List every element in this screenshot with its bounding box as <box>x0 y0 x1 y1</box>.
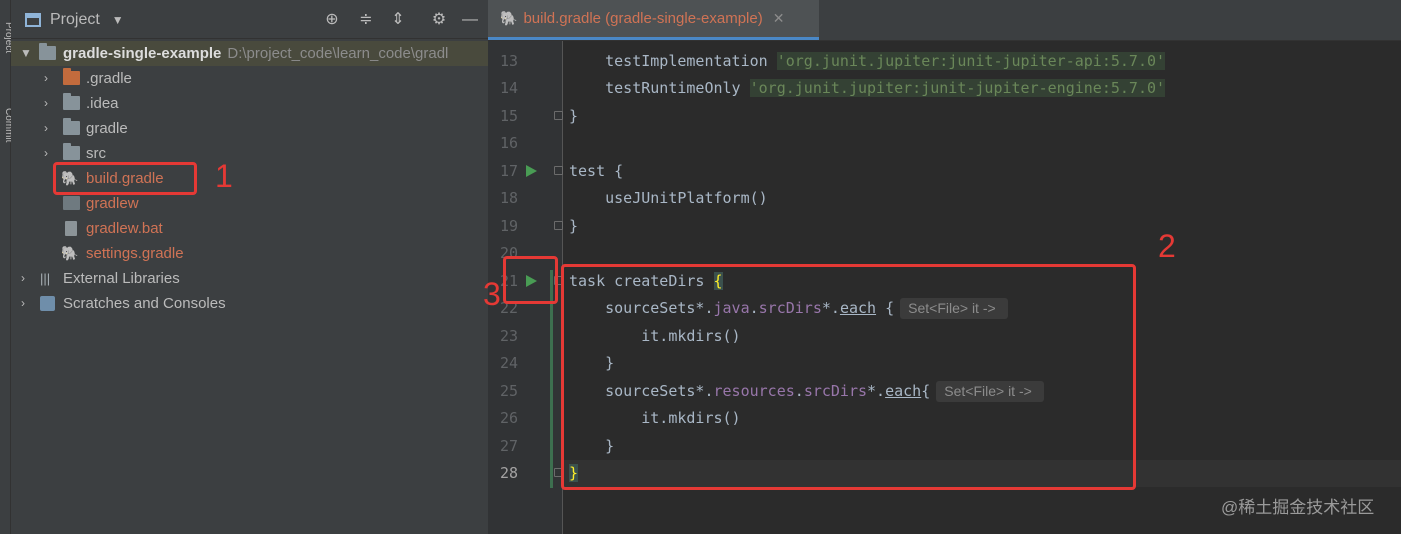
gear-icon[interactable]: ⚙ <box>429 10 449 30</box>
tab-label: build.gradle (gradle-single-example) <box>523 10 763 27</box>
scratch-icon <box>40 296 55 311</box>
tree-item-label: Scratches and Consoles <box>63 295 226 312</box>
fold-marker-icon[interactable] <box>554 166 563 175</box>
tab-build-gradle[interactable]: 🐘 build.gradle (gradle-single-example) ✕ <box>488 0 819 40</box>
tree-item-label: gradle-single-example <box>63 45 222 62</box>
code-text[interactable]: } <box>569 213 578 240</box>
chevron-down-icon: ▼ <box>111 13 124 27</box>
minimize-icon[interactable]: — <box>460 10 480 30</box>
tree-item-root[interactable]: ▼ gradle-single-example D:\project_code\l… <box>11 41 488 66</box>
folder-icon <box>63 143 80 160</box>
project-pane-header: Project ▼ ⊕ ≑ ⇕ ⚙ — <box>11 0 488 39</box>
folder-icon <box>63 93 80 110</box>
tree-item-label: .idea <box>86 95 119 112</box>
annotation-label-1: 1 <box>215 158 233 194</box>
line-number: 13 <box>499 52 518 70</box>
annotation-box-2 <box>561 264 1136 490</box>
chevron-right-icon[interactable]: › <box>17 266 29 291</box>
tree-item-label: External Libraries <box>63 270 180 287</box>
code-line: 15 } <box>488 103 1401 130</box>
run-gutter-icon[interactable] <box>526 165 537 177</box>
code-line: 18 useJUnitPlatform() <box>488 185 1401 212</box>
line-number: 15 <box>499 107 518 125</box>
annotation-label-3: 3 <box>483 276 501 312</box>
expand-all-icon[interactable]: ≑ <box>356 10 376 30</box>
watermark: @稀土掘金技术社区 <box>1221 498 1375 517</box>
locate-icon[interactable]: ⊕ <box>322 10 342 30</box>
line-number: 14 <box>499 79 518 97</box>
project-pane-title: Project <box>50 11 100 28</box>
chevron-down-icon[interactable]: ▼ <box>20 41 32 66</box>
tree-item-scratches[interactable]: › Scratches and Consoles <box>11 291 488 316</box>
close-icon[interactable]: ✕ <box>773 10 785 27</box>
project-icon <box>25 13 41 27</box>
tree-item-path: D:\project_code\learn_code\gradl <box>227 45 449 62</box>
line-number: 28 <box>499 464 518 482</box>
tree-item-settings-gradle[interactable]: 🐘 settings.gradle <box>11 241 488 266</box>
line-number: 26 <box>499 409 518 427</box>
project-pane: Project ▼ ⊕ ≑ ⇕ ⚙ — ▼ gradle-single-exam… <box>11 0 488 534</box>
line-number: 19 <box>499 217 518 235</box>
folder-icon <box>39 43 56 60</box>
annotation-box-3 <box>503 256 558 304</box>
chevron-right-icon[interactable]: › <box>17 291 29 316</box>
chevron-right-icon[interactable]: › <box>40 66 52 91</box>
tree-item-label: settings.gradle <box>86 245 184 262</box>
line-number: 23 <box>499 327 518 345</box>
tree-item-idea[interactable]: › .idea <box>11 91 488 116</box>
folder-icon <box>63 68 80 85</box>
gradle-elephant-icon: 🐘 <box>61 245 79 261</box>
project-view-selector[interactable]: Project ▼ <box>25 11 124 29</box>
tool-window-strip: Project Commit <box>0 0 14 534</box>
code-line: 16 <box>488 130 1401 157</box>
chevron-right-icon[interactable]: › <box>40 91 52 116</box>
line-number: 24 <box>499 354 518 372</box>
code-line: 20 <box>488 240 1401 267</box>
code-line: 13 testImplementation 'org.junit.jupiter… <box>488 48 1401 75</box>
code-text[interactable]: test { <box>569 158 623 185</box>
code-line: 17 test { <box>488 158 1401 185</box>
code-text[interactable]: } <box>569 103 578 130</box>
tree-item-label: gradle <box>86 120 128 137</box>
line-number: 16 <box>499 134 518 152</box>
script-file-icon <box>63 196 80 210</box>
chevron-right-icon[interactable]: › <box>40 141 52 166</box>
chevron-right-icon[interactable]: › <box>40 116 52 141</box>
tree-item-gradlew-bat[interactable]: gradlew.bat <box>11 216 488 241</box>
editor-tab-bar: 🐘 build.gradle (gradle-single-example) ✕ <box>488 0 1401 41</box>
fold-marker-icon[interactable] <box>554 111 563 120</box>
code-text[interactable]: testImplementation 'org.junit.jupiter:ju… <box>569 48 1166 75</box>
library-icon: ||| <box>40 271 51 286</box>
tree-item-label: gradlew.bat <box>86 220 163 237</box>
line-number: 25 <box>499 382 518 400</box>
fold-marker-icon[interactable] <box>554 221 563 230</box>
tree-item-external-libraries[interactable]: › ||| External Libraries <box>11 266 488 291</box>
code-text[interactable]: useJUnitPlatform() <box>569 185 768 212</box>
gradle-elephant-icon: 🐘 <box>500 10 518 26</box>
folder-icon <box>63 118 80 135</box>
line-number: 27 <box>499 437 518 455</box>
tree-item-label: .gradle <box>86 70 132 87</box>
code-text[interactable]: testRuntimeOnly 'org.junit.jupiter:junit… <box>569 75 1166 102</box>
code-line: 14 testRuntimeOnly 'org.junit.jupiter:ju… <box>488 75 1401 102</box>
code-line: 19 } <box>488 213 1401 240</box>
tree-item-gradle[interactable]: › gradle <box>11 116 488 141</box>
text-file-icon <box>65 221 77 236</box>
annotation-label-2: 2 <box>1158 228 1176 264</box>
line-number: 18 <box>499 189 518 207</box>
line-number: 17 <box>499 162 518 180</box>
tree-item-dot-gradle[interactable]: › .gradle <box>11 66 488 91</box>
collapse-all-icon[interactable]: ⇕ <box>388 10 408 30</box>
annotation-box-1 <box>53 162 197 195</box>
